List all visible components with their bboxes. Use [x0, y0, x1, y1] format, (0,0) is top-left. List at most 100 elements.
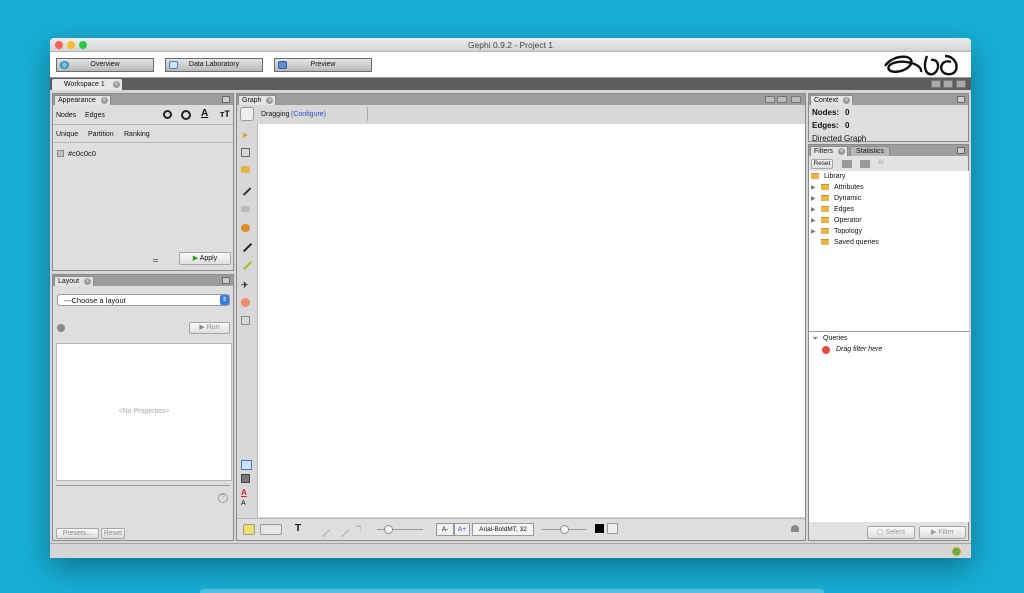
- window-title: Gephi 0.9.2 - Project 1: [467, 40, 554, 50]
- graph-canvas[interactable]: [257, 124, 805, 517]
- auto-refresh-icon[interactable]: A/: [878, 160, 888, 168]
- list-item[interactable]: Saved queries: [811, 237, 879, 248]
- font-selector[interactable]: Arial-BoldMT, 32: [472, 523, 534, 536]
- list-item[interactable]: ▶ Topology: [811, 226, 862, 237]
- presets-button[interactable]: Presets...: [56, 528, 99, 539]
- light-bulb-icon[interactable]: [243, 524, 255, 535]
- select-button[interactable]: ▢ Select: [867, 526, 915, 539]
- list-item[interactable]: ▶ Dynamic: [811, 193, 861, 204]
- workspace-tab[interactable]: Workspace 1 x: [52, 79, 122, 90]
- dropdown-icon[interactable]: [791, 96, 801, 103]
- queries-area[interactable]: ⏷ Queries Drag filter here: [809, 332, 969, 522]
- tab-layout[interactable]: Layout x: [54, 276, 95, 286]
- close-icon[interactable]: x: [84, 278, 92, 285]
- close-icon[interactable]: x: [266, 97, 274, 104]
- font-size-slider-thumb[interactable]: [560, 525, 569, 534]
- configure-link[interactable]: (Configure): [291, 111, 326, 118]
- gephi-tool-icon[interactable]: [240, 107, 254, 121]
- reset-filters-button[interactable]: Reset: [811, 159, 833, 169]
- close-icon[interactable]: x: [112, 80, 120, 88]
- shortest-path-icon[interactable]: ✈: [241, 280, 252, 290]
- library-node[interactable]: Library: [811, 171, 845, 182]
- close-icon[interactable]: x: [100, 97, 108, 104]
- edge-pencil-icon[interactable]: [240, 258, 253, 271]
- size-icon[interactable]: [181, 110, 191, 120]
- tab-context[interactable]: Context x: [810, 95, 854, 105]
- edge-scale-slider-thumb[interactable]: [384, 525, 393, 534]
- filter-button[interactable]: ▶ Filter: [919, 526, 966, 539]
- edge-line-icon[interactable]: [315, 522, 331, 538]
- label-color-swatch[interactable]: [595, 524, 604, 533]
- list-item[interactable]: ▶ Operator: [811, 215, 862, 226]
- notification-icon[interactable]: [952, 547, 961, 556]
- node-label-color-icon[interactable]: A: [241, 488, 252, 498]
- rectangle-select-icon[interactable]: [241, 148, 250, 157]
- zoom-window-button[interactable]: [79, 41, 87, 49]
- increase-font-button[interactable]: A+: [454, 523, 470, 536]
- select-arrow-icon[interactable]: ➤: [241, 130, 252, 140]
- eraser-icon[interactable]: [241, 206, 250, 212]
- minimize-icon[interactable]: [222, 277, 230, 284]
- edge-color-icon[interactable]: [334, 522, 350, 538]
- divider-handle-icon[interactable]: [153, 259, 158, 262]
- dropdown-icon[interactable]: [956, 80, 966, 88]
- dock: [200, 589, 824, 593]
- paint-bucket-icon[interactable]: [241, 224, 250, 232]
- unique-tab[interactable]: Unique: [56, 131, 78, 138]
- brush-icon[interactable]: [240, 185, 252, 196]
- tab-graph[interactable]: Graph x: [238, 95, 277, 105]
- label-color-icon[interactable]: A: [201, 108, 208, 119]
- label-size-icon[interactable]: A: [241, 500, 252, 510]
- tab-statistics[interactable]: Statistics: [850, 146, 890, 156]
- help-icon[interactable]: ?: [218, 493, 228, 503]
- preview-button[interactable]: Preview: [274, 58, 372, 72]
- close-icon[interactable]: x: [843, 97, 851, 104]
- scroll-right-icon[interactable]: [943, 80, 953, 88]
- apply-button[interactable]: ▶ Apply: [179, 252, 231, 265]
- run-button[interactable]: ▶ Run: [189, 322, 230, 334]
- edit-node-icon[interactable]: [241, 316, 250, 325]
- scroll-left-icon[interactable]: [765, 96, 775, 103]
- tab-filters[interactable]: Filters x: [810, 146, 849, 156]
- zoom-icon[interactable]: [241, 460, 252, 470]
- scroll-right-icon[interactable]: [777, 96, 787, 103]
- scroll-left-icon[interactable]: [931, 80, 941, 88]
- color-palette-icon[interactable]: [163, 110, 172, 119]
- pencil-icon[interactable]: [240, 240, 253, 253]
- edge-weight-icon[interactable]: ℸ: [356, 524, 362, 535]
- edges-menu-icon[interactable]: [260, 524, 282, 535]
- reset-button[interactable]: Reset: [101, 528, 125, 539]
- save-icon[interactable]: [860, 160, 870, 168]
- partition-tab[interactable]: Partition: [88, 131, 114, 138]
- list-item[interactable]: ▶ Attributes: [811, 182, 864, 193]
- drag-hand-icon[interactable]: [241, 166, 250, 173]
- decrease-font-button[interactable]: A-: [436, 523, 454, 536]
- minimize-icon[interactable]: [957, 147, 965, 154]
- close-icon[interactable]: x: [838, 148, 846, 155]
- heat-map-icon[interactable]: [241, 298, 250, 307]
- overview-button[interactable]: Overview: [56, 58, 154, 72]
- label-size-icon[interactable]: тT: [220, 109, 230, 119]
- close-window-button[interactable]: [55, 41, 63, 49]
- status-bar: [50, 543, 971, 558]
- info-icon[interactable]: [57, 324, 65, 332]
- list-item[interactable]: ▶ Edges: [811, 204, 854, 215]
- minimize-window-button[interactable]: [67, 41, 75, 49]
- ranking-tab[interactable]: Ranking: [124, 131, 150, 138]
- minimize-icon[interactable]: [222, 96, 230, 103]
- folder-icon: [821, 206, 829, 213]
- nodes-count-value: 0: [845, 108, 850, 117]
- nodes-tab[interactable]: Nodes: [56, 112, 76, 119]
- export-icon[interactable]: [842, 160, 852, 168]
- collapse-icon[interactable]: [791, 525, 799, 532]
- table-icon: [169, 61, 178, 69]
- minimize-icon[interactable]: [957, 96, 965, 103]
- background-color-icon[interactable]: [241, 474, 250, 483]
- data-laboratory-button[interactable]: Data Laboratory: [165, 58, 263, 72]
- layout-select[interactable]: ---Choose a layout ⇕: [57, 294, 230, 306]
- label-settings-icon[interactable]: [607, 523, 618, 534]
- color-swatch[interactable]: [57, 150, 64, 157]
- edges-tab[interactable]: Edges: [85, 112, 105, 119]
- tab-appearance[interactable]: Appearance x: [54, 95, 111, 105]
- text-tool-icon[interactable]: T: [295, 523, 301, 534]
